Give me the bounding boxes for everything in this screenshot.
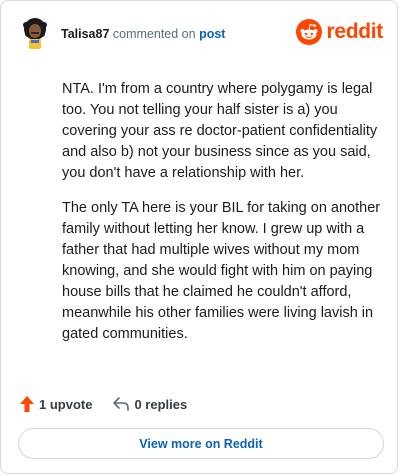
upvote-count: 1 upvote	[39, 396, 93, 412]
view-more-button[interactable]: View more on Reddit	[18, 428, 384, 459]
user-avatar[interactable]	[17, 15, 53, 51]
reddit-logo-icon	[296, 19, 323, 45]
post-link[interactable]: post	[199, 27, 225, 41]
upvote-button[interactable]: 1 upvote	[19, 395, 92, 413]
reply-arrow-icon	[113, 397, 130, 411]
comment-header: Talisa87 commented on post reddit	[17, 15, 383, 53]
upvote-arrow-icon	[20, 396, 34, 412]
reddit-wordmark: reddit	[326, 20, 383, 43]
reply-button[interactable]: 0 replies	[112, 396, 187, 412]
comment-byline: Talisa87 commented on post	[61, 26, 225, 42]
comment-paragraph: NTA. I'm from a country where polygamy i…	[62, 81, 378, 181]
comment-body: NTA. I'm from a country where polygamy i…	[62, 79, 386, 359]
username-link[interactable]: Talisa87	[61, 27, 109, 41]
reddit-brand[interactable]: reddit	[296, 18, 383, 46]
embedded-comment-card: Talisa87 commented on post reddit NTA. I…	[0, 0, 398, 474]
comment-paragraph: The only TA here is your BIL for taking …	[62, 200, 381, 342]
comment-actions: 1 upvote 0 replies	[19, 394, 187, 414]
byline-action-text: commented on	[112, 27, 196, 41]
reply-count: 0 replies	[134, 396, 188, 412]
